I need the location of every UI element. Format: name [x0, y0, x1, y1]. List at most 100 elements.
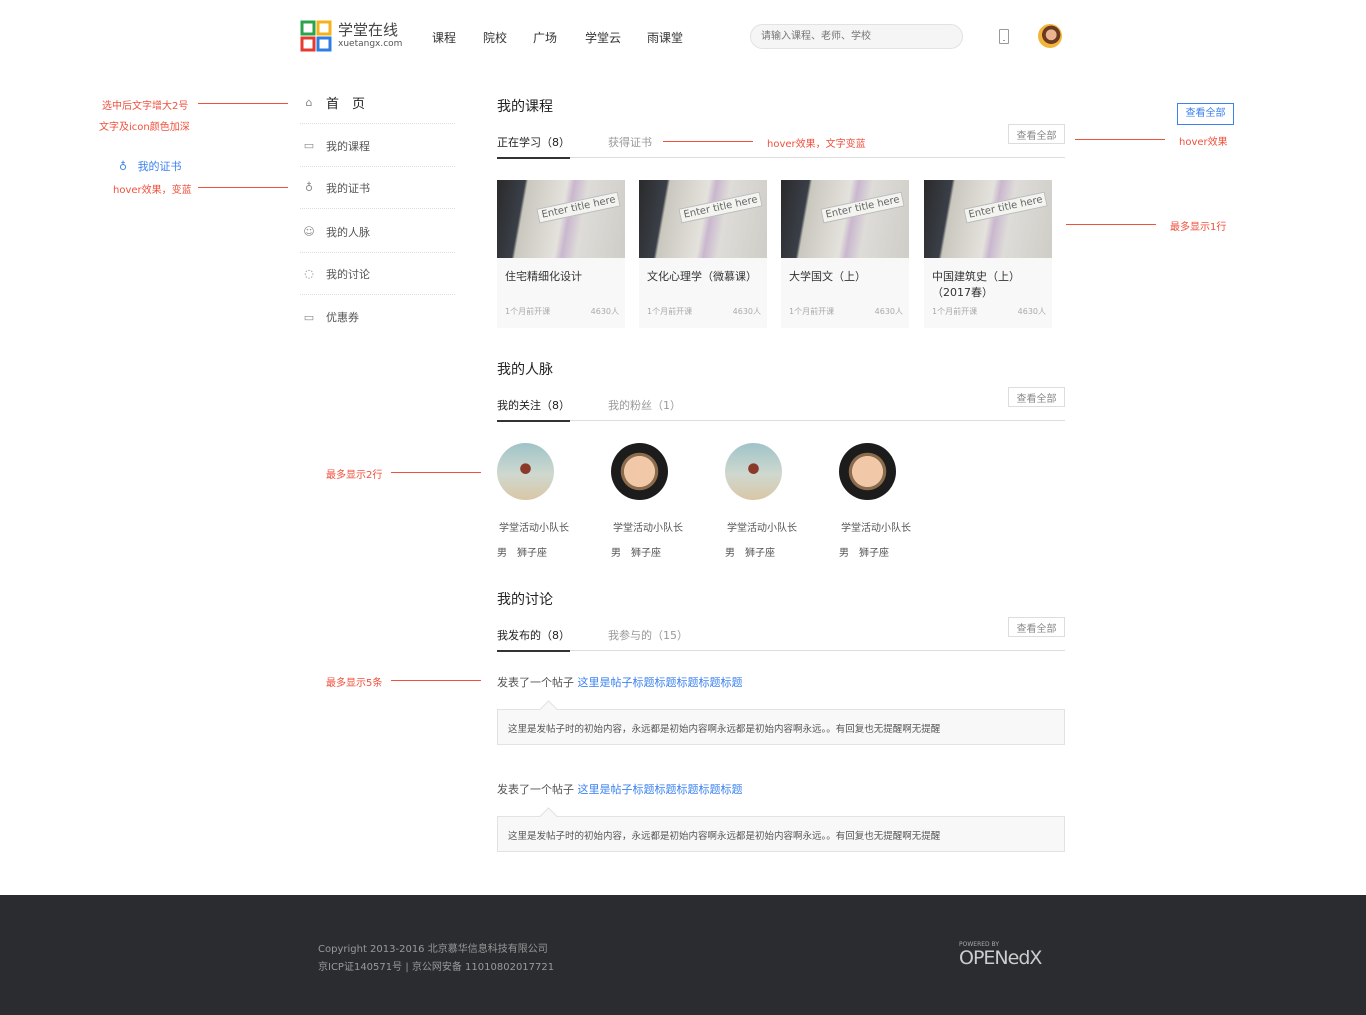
person-card[interactable]: 学堂活动小队长男 狮子座 [725, 443, 825, 559]
person-card[interactable]: 学堂活动小队长男 狮子座 [839, 443, 939, 559]
icp-license: 京ICP证140571号 | 京公网安备 11010802017721 [318, 962, 555, 973]
course-name: 大学国文（上） [789, 270, 866, 283]
post-header: 发表了一个帖子 这里是帖子标题标题标题标题标题 [497, 781, 743, 797]
tab-following[interactable]: 我的关注（8） [497, 397, 570, 422]
person-info: 男 狮子座 [611, 548, 661, 559]
sidebar-item-label: 首 页 [326, 97, 366, 112]
home-icon: ⌂ [305, 96, 313, 109]
avatar [839, 443, 896, 500]
course-card[interactable]: Enter title here 文化心理学（微慕课） 1个月前开课 4630人 [639, 180, 767, 328]
nav-rain-classroom[interactable]: 雨课堂 [647, 29, 683, 46]
medal-icon: ♁ [304, 181, 314, 194]
nav-courses[interactable]: 课程 [432, 29, 456, 46]
hover-demo-label: 我的证书 [137, 160, 182, 173]
tab-published[interactable]: 我发布的（8） [497, 627, 570, 652]
annotation-line [663, 141, 753, 142]
course-start: 1个月前开课 [789, 307, 835, 316]
chat-icon: ◌ [304, 267, 314, 280]
annotation: hover效果，变蓝 [113, 185, 192, 196]
coupon-icon: ▭ [303, 310, 315, 324]
course-thumbnail: Enter title here [497, 180, 625, 258]
course-card[interactable]: Enter title here 中国建筑史（上）（2017春） 1个月前开课 463… [924, 180, 1052, 328]
sidebar-item-my-courses[interactable]: ▭ 我的课程 [300, 125, 455, 167]
nav-square[interactable]: 广场 [533, 29, 557, 46]
person-name: 学堂活动小队长 [613, 523, 683, 534]
search-input[interactable] [750, 24, 963, 49]
network-tabs: 我的关注（8） 我的粉丝（1） 查看全部 [497, 387, 1065, 422]
annotation-line [391, 680, 481, 681]
people-icon: ☺ [303, 225, 315, 238]
footer: Copyright 2013-2016 北京慕华信息科技有限公司 京ICP证14… [0, 895, 1366, 1015]
sidebar-item-home[interactable]: ⌂ 首 页 [300, 82, 455, 124]
course-card[interactable]: Enter title here 大学国文（上） 1个月前开课 4630人 [781, 180, 909, 328]
nav-xuetang-cloud[interactable]: 学堂云 [585, 29, 621, 46]
course-thumbnail: Enter title here [781, 180, 909, 258]
network-view-all-button[interactable]: 查看全部 [1008, 387, 1065, 407]
person-name: 学堂活动小队长 [499, 523, 569, 534]
course-count: 4630人 [874, 307, 903, 316]
annotation-line [198, 187, 288, 188]
tab-participated[interactable]: 我参与的（15） [608, 627, 688, 643]
sidebar-item-discussion[interactable]: ◌ 我的讨论 [300, 253, 455, 295]
annotation-line [1066, 224, 1156, 225]
sidebar-item-coupons[interactable]: ▭ 优惠券 [300, 296, 455, 338]
course-name: 文化心理学（微慕课） [647, 270, 757, 283]
post-prefix: 发表了一个帖子 [497, 783, 574, 796]
network-title: 我的人脉 [497, 362, 553, 378]
annotation-line [391, 472, 481, 473]
course-card[interactable]: Enter title here 住宅精细化设计 1个月前开课 4630人 [497, 180, 625, 328]
openedx-logo: POWERED BY OPENedX [959, 941, 1042, 969]
courses-view-all-button[interactable]: 查看全部 [1008, 124, 1065, 144]
logo[interactable]: 学堂在线 xuetangx.com [300, 20, 402, 52]
discussion-title: 我的讨论 [497, 592, 553, 608]
mobile-icon[interactable] [999, 29, 1009, 44]
sidebar-item-label: 我的证书 [326, 181, 370, 195]
logo-text: 学堂在线 [338, 21, 399, 39]
view-all-hover-demo: 查看全部 [1177, 103, 1234, 125]
post-header: 发表了一个帖子 这里是帖子标题标题标题标题标题 [497, 674, 743, 690]
person-card[interactable]: 学堂活动小队长男 狮子座 [497, 443, 597, 559]
thumb-text: Enter title here [820, 191, 905, 224]
sidebar-item-label: 我的讨论 [326, 267, 370, 281]
person-card[interactable]: 学堂活动小队长男 狮子座 [611, 443, 711, 559]
post-title-link[interactable]: 这里是帖子标题标题标题标题标题 [578, 676, 743, 689]
person-info: 男 狮子座 [725, 548, 775, 559]
annotation: hover效果 [1179, 137, 1228, 148]
avatar [611, 443, 668, 500]
course-name: 住宅精细化设计 [505, 270, 582, 283]
thumb-text: Enter title here [963, 191, 1048, 224]
user-avatar[interactable] [1038, 24, 1062, 48]
logo-domain: xuetangx.com [338, 39, 403, 49]
brand: OPENedX [959, 947, 1042, 969]
nav-schools[interactable]: 院校 [483, 29, 507, 46]
discussion-view-all-button[interactable]: 查看全部 [1008, 617, 1065, 637]
medal-icon: ♁ [119, 160, 128, 173]
course-count: 4630人 [590, 307, 619, 316]
discussion-tabs: 我发布的（8） 我参与的（15） 查看全部 [497, 617, 1065, 652]
copyright: Copyright 2013-2016 北京慕华信息科技有限公司 [318, 944, 548, 955]
post-title-link[interactable]: 这里是帖子标题标题标题标题标题 [578, 783, 743, 796]
thumb-text: Enter title here [536, 191, 621, 224]
tab-followers[interactable]: 我的粉丝（1） [608, 397, 681, 413]
courses-title: 我的课程 [497, 99, 553, 115]
post-content: 这里是发帖子时的初始内容，永远都是初始内容啊永远都是初始内容啊永远。。有回复也无… [497, 816, 1065, 852]
person-info: 男 狮子座 [497, 548, 547, 559]
course-count: 4630人 [732, 307, 761, 316]
course-name: 中国建筑史（上）（2017春） [932, 270, 1020, 299]
logo-icon [300, 20, 332, 52]
tab-certificates[interactable]: 获得证书 [608, 134, 652, 150]
tab-learning[interactable]: 正在学习（8） [497, 134, 570, 159]
course-thumbnail: Enter title here [924, 180, 1052, 258]
sidebar-item-network[interactable]: ☺ 我的人脉 [300, 211, 455, 253]
post-content: 这里是发帖子时的初始内容，永远都是初始内容啊永远都是初始内容啊永远。。有回复也无… [497, 709, 1065, 745]
annotation: 最多显示2行 [326, 470, 383, 481]
sidebar-item-label: 我的人脉 [326, 225, 370, 239]
annotation-line [198, 103, 288, 104]
course-count: 4630人 [1017, 307, 1046, 316]
sidebar-item-certificates[interactable]: ♁ 我的证书 [300, 167, 455, 209]
thumb-text: Enter title here [678, 191, 763, 224]
person-info: 男 狮子座 [839, 548, 889, 559]
course-start: 1个月前开课 [505, 307, 551, 316]
hover-demo-certificate: ♁ 我的证书 [119, 158, 182, 174]
annotation: hover效果，文字变蓝 [767, 139, 866, 150]
